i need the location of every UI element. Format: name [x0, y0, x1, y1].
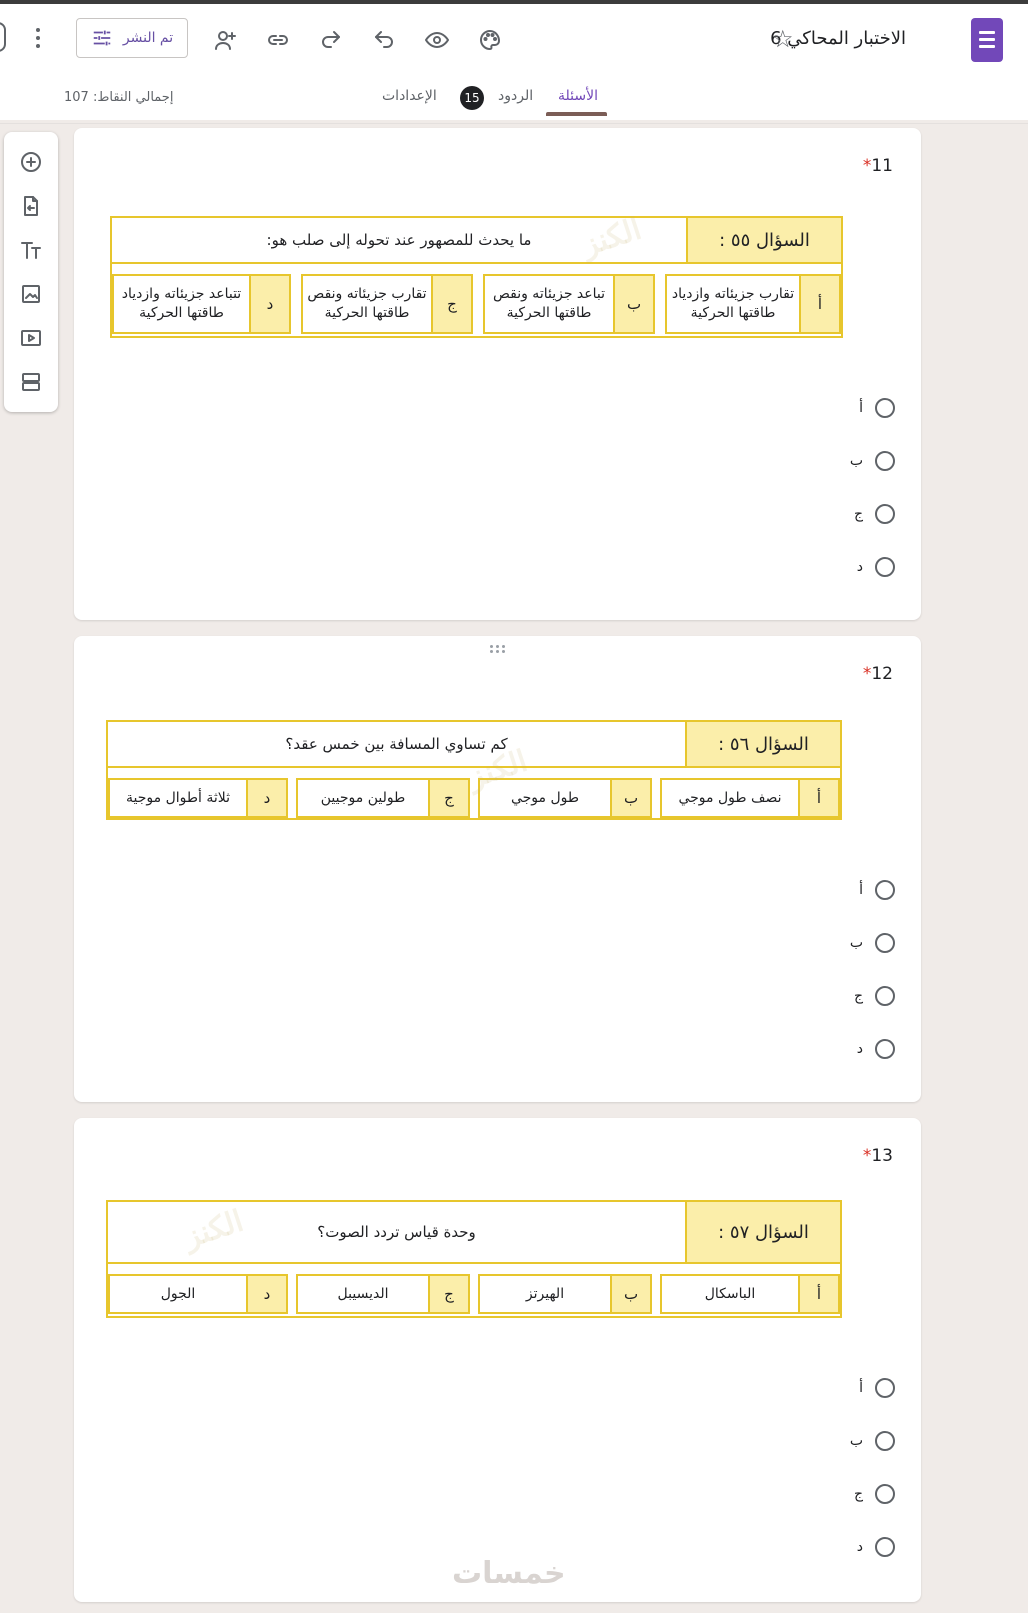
radio-button[interactable]	[875, 1484, 895, 1504]
radio-button[interactable]	[875, 1378, 895, 1398]
question-number: 11*	[862, 156, 893, 176]
question-image: السؤال ٥٧ : وحدة قياس تردد الصوت؟ أ البا…	[106, 1200, 842, 1318]
radio-button[interactable]	[875, 398, 895, 418]
option-label: ب	[849, 935, 863, 951]
radio-option[interactable]: ب	[850, 1429, 895, 1453]
site-watermark: خمسات	[452, 1556, 566, 1591]
image-answer-b: ب طول موجي	[478, 778, 652, 818]
add-video-icon[interactable]	[19, 326, 43, 350]
tab-questions[interactable]: الأسئلة	[558, 88, 598, 104]
radio-button[interactable]	[875, 933, 895, 953]
header-divider	[0, 123, 1028, 124]
question-card[interactable]: 13* السؤال ٥٧ : وحدة قياس تردد الصوت؟ أ …	[74, 1118, 921, 1602]
tab-responses[interactable]: الردود	[498, 88, 533, 104]
radio-button[interactable]	[875, 986, 895, 1006]
option-label: ج	[853, 506, 863, 522]
publish-settings-icon	[93, 30, 111, 46]
image-question-text: ما يحدث للمصهور عند تحوله إلى صلب هو:	[266, 231, 532, 249]
radio-option[interactable]: أ	[859, 1376, 895, 1400]
palette-icon[interactable]	[472, 22, 508, 58]
option-label: أ	[859, 882, 863, 898]
option-label: د	[856, 559, 863, 575]
radio-option[interactable]: ج	[854, 502, 895, 526]
image-question-row: السؤال ٥٦ : كم تساوي المسافة بين خمس عقد…	[108, 722, 840, 768]
option-label: أ	[859, 1380, 863, 1396]
radio-button[interactable]	[875, 880, 895, 900]
image-question-label: السؤال ٥٧ :	[685, 1202, 840, 1262]
radio-button[interactable]	[875, 504, 895, 524]
star-icon[interactable]: ☆	[772, 27, 794, 51]
radio-option[interactable]: د	[857, 1535, 895, 1559]
image-question-text: وحدة قياس تردد الصوت؟	[317, 1223, 476, 1241]
option-label: ج	[853, 1486, 863, 1502]
floating-toolbar	[4, 132, 58, 412]
responses-count-badge: 15	[460, 86, 484, 110]
image-answer-c: ج طولين موجيين	[296, 778, 470, 818]
question-image: السؤال ٥٦ : كم تساوي المسافة بين خمس عقد…	[106, 720, 842, 820]
radio-option[interactable]: ج	[854, 984, 895, 1008]
option-label: أ	[859, 400, 863, 416]
radio-option[interactable]: أ	[859, 396, 895, 420]
option-label: ج	[853, 988, 863, 1004]
image-answer-c: ج الديسيبل	[296, 1274, 470, 1314]
add-section-icon[interactable]	[19, 370, 43, 394]
add-collaborator-icon[interactable]	[207, 22, 243, 58]
radio-button[interactable]	[875, 451, 895, 471]
image-answer-a: أ نصف طول موجي	[660, 778, 840, 818]
add-image-icon[interactable]	[19, 282, 43, 306]
image-answer-b: ب تباعد جزيئاته ونقص طاقتها الحركية	[483, 274, 655, 334]
radio-button[interactable]	[875, 1431, 895, 1451]
tab-settings[interactable]: الإعدادات	[382, 88, 437, 104]
option-label: ب	[849, 453, 863, 469]
add-question-icon[interactable]	[19, 150, 43, 174]
preview-eye-icon[interactable]	[419, 22, 455, 58]
option-label: د	[856, 1539, 863, 1555]
image-question-row: السؤال ٥٥ : ما يحدث للمصهور عند تحوله إل…	[112, 218, 841, 264]
radio-option[interactable]: د	[857, 1037, 895, 1061]
image-answer-d: د ثلاثة أطوال موجية	[108, 778, 288, 818]
publish-button[interactable]: تم النشر	[76, 18, 188, 58]
publish-label: تم النشر	[122, 30, 174, 46]
radio-option[interactable]: ب	[850, 449, 895, 473]
redo-icon[interactable]	[313, 22, 349, 58]
radio-option[interactable]: ج	[854, 1482, 895, 1506]
image-answer-a: أ تقارب جزيئاته وازدياد طاقتها الحركية	[665, 274, 841, 334]
image-answer-d: د تتباعد جزيئاته وازدياد طاقتها الحركية	[112, 274, 291, 334]
option-label: د	[856, 1041, 863, 1057]
total-points: إجمالي النقاط: 107	[64, 90, 174, 105]
image-answer-a: أ الباسكال	[660, 1274, 840, 1314]
add-title-icon[interactable]	[19, 238, 43, 262]
question-image: السؤال ٥٥ : ما يحدث للمصهور عند تحوله إل…	[110, 212, 843, 338]
radio-button[interactable]	[875, 1039, 895, 1059]
question-number: 13*	[862, 1146, 893, 1166]
question-number: 12*	[862, 664, 893, 684]
radio-option[interactable]: أ	[859, 878, 895, 902]
active-tab-indicator	[546, 112, 607, 116]
form-logo-icon[interactable]	[971, 18, 1003, 62]
image-answer-d: د الجول	[108, 1274, 288, 1314]
image-question-label: السؤال ٥٥ :	[686, 218, 841, 262]
option-label: ب	[849, 1433, 863, 1449]
partial-circle-icon	[0, 22, 6, 52]
radio-option[interactable]: ب	[850, 931, 895, 955]
link-icon[interactable]	[260, 22, 296, 58]
undo-icon[interactable]	[366, 22, 402, 58]
image-answer-c: ج تقارب جزيئاته ونقص طاقتها الحركية	[301, 274, 473, 334]
image-question-text: كم تساوي المسافة بين خمس عقد؟	[285, 735, 508, 753]
more-vert-icon[interactable]	[28, 24, 48, 54]
image-answer-b: ب الهيرتز	[478, 1274, 652, 1314]
question-card[interactable]: 12* السؤال ٥٦ : كم تساوي المسافة بين خمس…	[74, 636, 921, 1102]
import-questions-icon[interactable]	[19, 194, 43, 218]
image-question-row: السؤال ٥٧ : وحدة قياس تردد الصوت؟	[108, 1202, 840, 1264]
image-question-label: السؤال ٥٦ :	[685, 722, 840, 766]
radio-option[interactable]: د	[857, 555, 895, 579]
question-card[interactable]: 11* السؤال ٥٥ : ما يحدث للمصهور عند تحول…	[74, 128, 921, 620]
radio-button[interactable]	[875, 1537, 895, 1557]
radio-button[interactable]	[875, 557, 895, 577]
drag-handle-icon[interactable]	[488, 644, 508, 654]
